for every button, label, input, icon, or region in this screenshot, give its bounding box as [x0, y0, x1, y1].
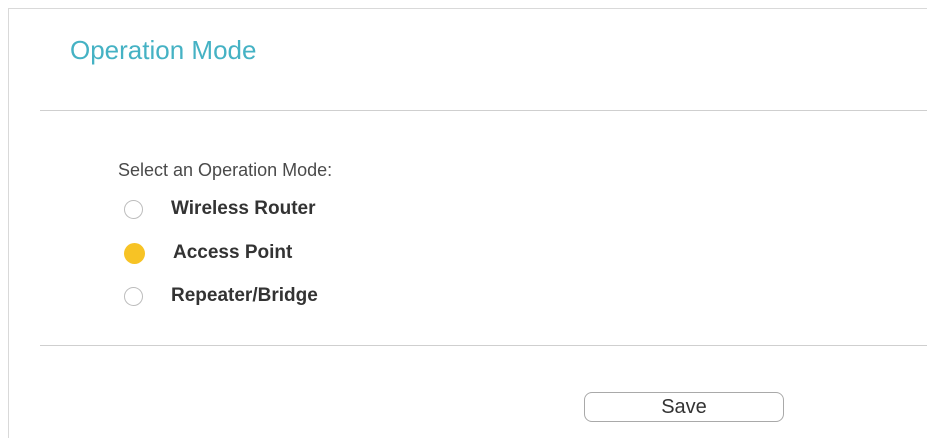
option-label-access-point: Access Point — [173, 242, 293, 263]
option-label-repeater-bridge: Repeater/Bridge — [171, 285, 318, 306]
save-button[interactable]: Save — [584, 392, 784, 422]
top-divider — [40, 110, 927, 111]
option-label-wireless-router: Wireless Router — [171, 198, 316, 219]
operation-mode-panel: Operation Mode Select an Operation Mode:… — [8, 8, 927, 438]
radio-wireless-router[interactable] — [124, 199, 143, 219]
option-repeater-bridge[interactable]: Repeater/Bridge — [124, 284, 318, 308]
page-title: Operation Mode — [70, 35, 257, 65]
bottom-divider — [40, 345, 927, 346]
option-access-point[interactable]: Access Point — [124, 241, 292, 265]
radio-repeater-bridge[interactable] — [124, 286, 143, 306]
radio-access-point[interactable] — [124, 242, 145, 264]
option-wireless-router[interactable]: Wireless Router — [124, 197, 316, 221]
operation-mode-prompt: Select an Operation Mode: — [118, 160, 333, 180]
